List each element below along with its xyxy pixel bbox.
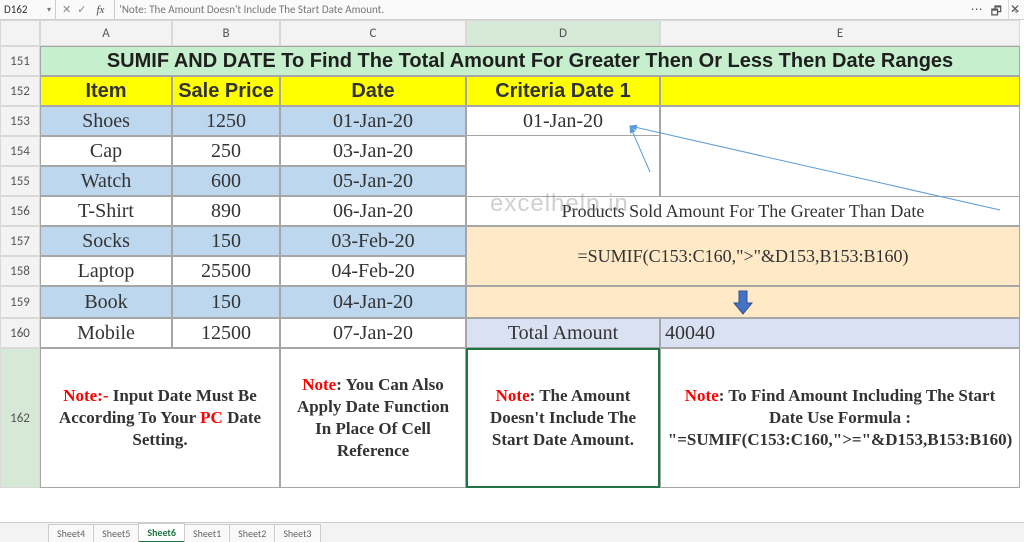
cell-A156[interactable]: T-Shirt [40,196,172,226]
arrow-cell [466,286,1020,318]
col-head-D[interactable]: D [466,20,660,46]
row-head-156[interactable]: 156 [0,196,40,226]
cell-C155[interactable]: 05-Jan-20 [280,166,466,196]
cell-A158[interactable]: Laptop [40,256,172,286]
cell-B156[interactable]: 890 [172,196,280,226]
cell-A155[interactable]: Watch [40,166,172,196]
col-head-E[interactable]: E [660,20,1020,46]
header-item[interactable]: Item [40,76,172,106]
row-head-153[interactable]: 153 [0,106,40,136]
row-head-154[interactable]: 154 [0,136,40,166]
cell-C159[interactable]: 04-Jan-20 [280,286,466,318]
cell-B154[interactable]: 250 [172,136,280,166]
total-value[interactable]: 40040 [660,318,1020,348]
sheet-tab[interactable]: Sheet3 [274,524,320,542]
sheet-tab-active[interactable]: Sheet6 [138,523,185,542]
header-empty-E[interactable] [660,76,1020,106]
worksheet-grid[interactable]: A B C D E 151 SUMIF AND DATE To Find The… [0,20,1024,522]
sheet-tab-bar: Sheet4 Sheet5 Sheet6 Sheet1 Sheet2 Sheet… [0,522,1024,542]
formula-display[interactable]: =SUMIF(C153:C160,">"&D153,B153:B160) [466,226,1020,286]
row-head-152[interactable]: 152 [0,76,40,106]
note-E[interactable]: Note: To Find Amount Including The Start… [660,348,1020,488]
cell-C160[interactable]: 07-Jan-20 [280,318,466,348]
note-A[interactable]: Note:- Input Date Must Be According To Y… [40,348,280,488]
header-sale-price[interactable]: Sale Price [172,76,280,106]
total-label[interactable]: Total Amount [466,318,660,348]
sheet-tab[interactable]: Sheet2 [229,524,275,542]
cell-B159[interactable]: 150 [172,286,280,318]
cell-C157[interactable]: 03-Feb-20 [280,226,466,256]
title-banner[interactable]: SUMIF AND DATE To Find The Total Amount … [40,46,1020,76]
cell-B157[interactable]: 150 [172,226,280,256]
cell-A159[interactable]: Book [40,286,172,318]
sheet-tab[interactable]: Sheet5 [93,524,139,542]
formula-bar-buttons: ✕ ✓ fx [56,0,115,19]
note-D-active-cell[interactable]: Note: The Amount Doesn't Include The Sta… [466,348,660,488]
cancel-icon[interactable]: ✕ [62,3,71,16]
row-head-158[interactable]: 158 [0,256,40,286]
cell-B160[interactable]: 12500 [172,318,280,348]
header-criteria-date[interactable]: Criteria Date 1 [466,76,660,106]
cell-B155[interactable]: 600 [172,166,280,196]
cell-A157[interactable]: Socks [40,226,172,256]
row-head-155[interactable]: 155 [0,166,40,196]
chevron-down-icon[interactable]: ▾ [47,5,55,15]
cell-B153[interactable]: 1250 [172,106,280,136]
name-box-value: D162 [4,3,28,16]
cell-C158[interactable]: 04-Feb-20 [280,256,466,286]
cell-D154[interactable] [466,136,660,196]
cell-D153-criteria-date[interactable]: 01-Jan-20 [466,106,660,136]
cell-C156[interactable]: 06-Jan-20 [280,196,466,226]
app-window: ⋯ 🗗 ✕ D162 ▾ ✕ ✓ fx 'Note: The Amount Do… [0,0,1024,542]
cell-A154[interactable]: Cap [40,136,172,166]
sheet-tab[interactable]: Sheet1 [184,524,230,542]
row-head-159[interactable]: 159 [0,286,40,318]
cell-B158[interactable]: 25500 [172,256,280,286]
row-head-160[interactable]: 160 [0,318,40,348]
fx-icon[interactable]: fx [92,4,108,16]
sheet-tab[interactable]: Sheet4 [48,524,94,542]
col-head-A[interactable]: A [40,20,172,46]
confirm-icon[interactable]: ✓ [77,3,86,16]
header-date[interactable]: Date [280,76,466,106]
row-head-162[interactable]: 162 [0,348,40,488]
col-head-B[interactable]: B [172,20,280,46]
arrow-down-icon [731,289,755,315]
note-C[interactable]: Note: You Can Also Apply Date Function I… [280,348,466,488]
cell-A160[interactable]: Mobile [40,318,172,348]
row-head-157[interactable]: 157 [0,226,40,256]
name-box[interactable]: D162 ▾ [0,0,56,19]
formula-bar-row: D162 ▾ ✕ ✓ fx 'Note: The Amount Doesn't … [0,0,1024,20]
cell-E153[interactable] [660,106,1020,196]
cell-C153[interactable]: 01-Jan-20 [280,106,466,136]
cell-A153[interactable]: Shoes [40,106,172,136]
caption-greater-than[interactable]: Products Sold Amount For The Greater Tha… [466,196,1020,226]
select-all-corner[interactable] [0,20,40,46]
row-head-151[interactable]: 151 [0,46,40,76]
note-prefix: Note:- [63,386,108,405]
formula-bar-input[interactable]: 'Note: The Amount Doesn't Include The St… [115,3,1008,16]
col-head-C[interactable]: C [280,20,466,46]
cell-C154[interactable]: 03-Jan-20 [280,136,466,166]
